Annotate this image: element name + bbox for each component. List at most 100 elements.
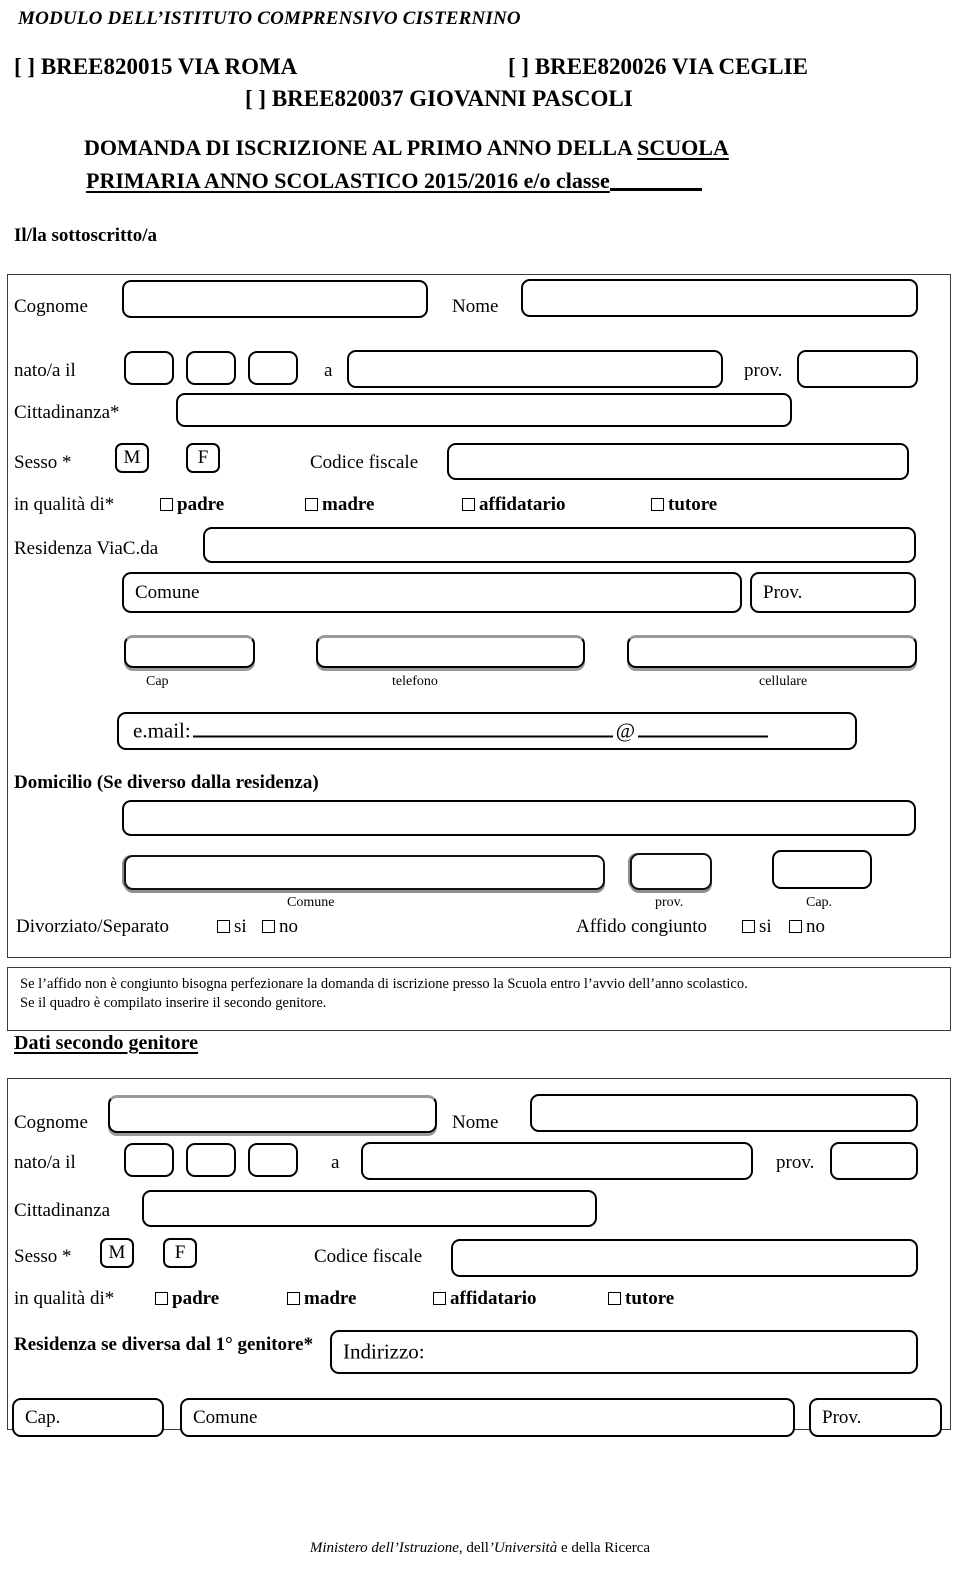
divorziato-option-no[interactable]: no: [262, 916, 298, 938]
domicile-provincia-input[interactable]: [630, 853, 712, 890]
school-code: BREE820037: [271, 86, 404, 111]
cap-placeholder: Cap.: [25, 1406, 61, 1428]
birth-province-input[interactable]: [797, 350, 918, 388]
checkbox-icon[interactable]: [305, 498, 318, 511]
codice-fiscale-input-2[interactable]: [451, 1239, 918, 1277]
domicile-comune-input[interactable]: [124, 855, 605, 890]
qualita-option-tutore-2[interactable]: tutore: [608, 1288, 674, 1310]
sesso-f-option-2[interactable]: F: [163, 1238, 197, 1268]
cittadinanza-input[interactable]: [176, 393, 792, 427]
codice-fiscale-input[interactable]: [447, 443, 909, 480]
cittadinanza-input-2[interactable]: [142, 1190, 597, 1227]
domicile-cap-input[interactable]: [772, 850, 872, 889]
note-line-2: Se il quadro è compilato inserire il sec…: [20, 995, 327, 1011]
residenza-comune-input[interactable]: Comune: [122, 572, 742, 613]
domicile-address-input[interactable]: [122, 800, 916, 836]
checkbox-icon[interactable]: [651, 498, 664, 511]
label-sesso-2: Sesso *: [14, 1246, 72, 1267]
cellulare-input[interactable]: [627, 635, 917, 668]
affido-option-si[interactable]: si: [742, 916, 772, 938]
qualita-label: tutore: [625, 1288, 675, 1309]
request-title-line-2: PRIMARIA ANNO SCOLASTICO 2015/2016 e/o c…: [86, 168, 702, 194]
sesso-m-option[interactable]: M: [115, 443, 149, 473]
birth-month-input[interactable]: [186, 351, 236, 385]
divorziato-option-si[interactable]: si: [217, 916, 247, 938]
birth-place-input-2[interactable]: [361, 1142, 753, 1180]
birth-year-input-2[interactable]: [248, 1143, 298, 1177]
sesso-m-option-2[interactable]: M: [100, 1238, 134, 1268]
checkbox-icon[interactable]: [262, 920, 275, 933]
request-title-scuola: SCUOLA: [637, 135, 729, 160]
school-checkbox-bracket[interactable]: [ ]: [508, 54, 529, 79]
nome-input[interactable]: [521, 279, 918, 317]
school-code: BREE820015: [40, 54, 173, 79]
residenza-provincia-input[interactable]: Prov.: [750, 572, 916, 613]
provincia-input-2[interactable]: Prov.: [809, 1398, 942, 1437]
label-divorziato: Divorziato/Separato: [16, 916, 170, 937]
qualita-label: madre: [304, 1288, 357, 1309]
school-name: VIA CEGLIE: [671, 54, 808, 79]
cap-input[interactable]: [124, 635, 255, 668]
cap-input-2[interactable]: Cap.: [12, 1398, 164, 1437]
qualita-option-madre-2[interactable]: madre: [287, 1288, 356, 1310]
school-option-via-ceglie[interactable]: [ ] BREE820026 VIA CEGLIE: [508, 54, 808, 80]
indirizzo-input-2[interactable]: Indirizzo:: [330, 1330, 918, 1374]
note-line-1: Se l’affido non è congiunto bisogna perf…: [20, 976, 748, 992]
label-prov: prov.: [744, 360, 783, 381]
birth-province-input-2[interactable]: [830, 1142, 918, 1180]
qualita-option-affidatario-2[interactable]: affidatario: [433, 1288, 537, 1310]
qualita-option-tutore[interactable]: tutore: [651, 494, 717, 516]
caption-domicile-comune: Comune: [287, 895, 335, 910]
email-local-blank[interactable]: [192, 735, 613, 738]
checkbox-icon[interactable]: [287, 1292, 300, 1305]
request-title-plain: DOMANDA DI ISCRIZIONE AL PRIMO ANNO DELL…: [84, 135, 638, 160]
label-cognome: Cognome: [14, 296, 88, 317]
school-name: VIA ROMA: [177, 54, 298, 79]
school-option-via-roma[interactable]: [ ] BREE820015 VIA ROMA: [14, 54, 297, 80]
birth-day-input[interactable]: [124, 351, 174, 385]
telefono-input[interactable]: [316, 635, 585, 668]
comune-placeholder: Comune: [135, 581, 200, 603]
checkbox-icon[interactable]: [742, 920, 755, 933]
birth-month-input-2[interactable]: [186, 1143, 236, 1177]
checkbox-icon[interactable]: [433, 1292, 446, 1305]
divorziato-si-label: si: [234, 916, 247, 937]
qualita-option-padre-2[interactable]: padre: [155, 1288, 219, 1310]
birth-place-input[interactable]: [347, 350, 723, 388]
checkbox-icon[interactable]: [155, 1292, 168, 1305]
sesso-m-label: M: [108, 1242, 126, 1263]
qualita-option-affidatario[interactable]: affidatario: [462, 494, 566, 516]
affido-option-no[interactable]: no: [789, 916, 825, 938]
qualita-option-madre[interactable]: madre: [305, 494, 374, 516]
email-inner-row: e.mail: @: [133, 719, 769, 744]
checkbox-icon[interactable]: [462, 498, 475, 511]
ministry-part-4: e della Ricerca: [557, 1540, 651, 1556]
checkbox-icon[interactable]: [608, 1292, 621, 1305]
qualita-label: tutore: [668, 494, 718, 515]
cognome-input[interactable]: [122, 280, 428, 318]
note-text: Se l’affido non è congiunto bisogna perf…: [20, 975, 930, 1013]
email-domain-blank[interactable]: [638, 735, 769, 738]
qualita-label: affidatario: [479, 494, 566, 515]
qualita-option-padre[interactable]: padre: [160, 494, 224, 516]
caption-telefono: telefono: [392, 674, 438, 689]
class-blank-field[interactable]: [609, 188, 702, 191]
cognome-input-2[interactable]: [108, 1095, 437, 1133]
birth-year-input[interactable]: [248, 351, 298, 385]
sesso-f-option[interactable]: F: [186, 443, 220, 473]
checkbox-icon[interactable]: [160, 498, 173, 511]
label-codice-fiscale: Codice fiscale: [310, 452, 419, 473]
caption-domicile-cap: Cap.: [806, 895, 833, 910]
nome-input-2[interactable]: [530, 1094, 918, 1132]
school-checkbox-bracket[interactable]: [ ]: [14, 54, 35, 79]
email-input[interactable]: e.mail: @: [117, 712, 857, 750]
caption-domicile-prov: prov.: [655, 895, 684, 910]
checkbox-icon[interactable]: [217, 920, 230, 933]
checkbox-icon[interactable]: [789, 920, 802, 933]
residenza-via-input[interactable]: [203, 527, 916, 563]
school-option-giovanni-pascoli[interactable]: [ ] BREE820037 GIOVANNI PASCOLI: [245, 86, 633, 112]
prov-placeholder-2: Prov.: [822, 1406, 862, 1428]
comune-input-2[interactable]: Comune: [180, 1398, 795, 1437]
school-checkbox-bracket[interactable]: [ ]: [245, 86, 266, 111]
birth-day-input-2[interactable]: [124, 1143, 174, 1177]
